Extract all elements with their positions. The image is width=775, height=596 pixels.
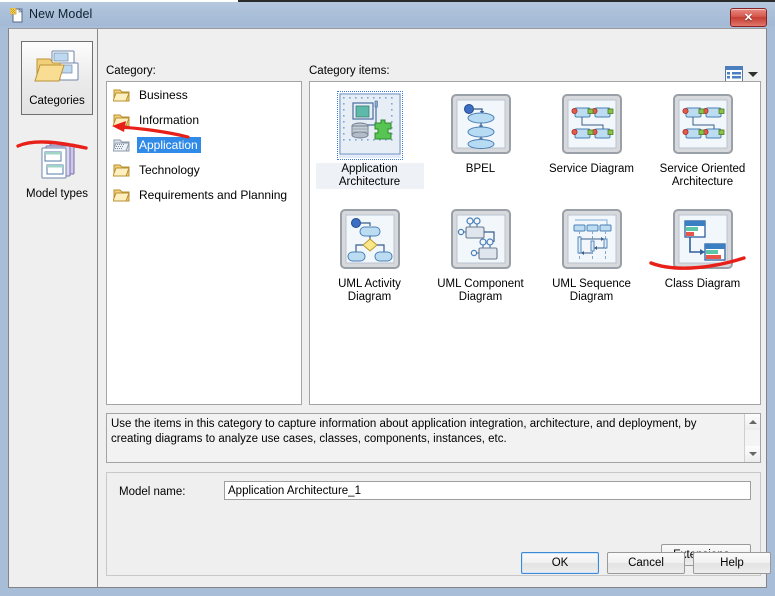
sidebar-item-label: Model types [25, 188, 88, 200]
application-architecture-icon [339, 93, 400, 155]
category-item-service-diagram[interactable]: Service Diagram [536, 87, 647, 202]
dialog-footer: OK Cancel Help [9, 545, 771, 587]
scroll-down-button[interactable] [745, 446, 760, 462]
icon-wrap [672, 208, 734, 273]
folder-icon [113, 164, 130, 177]
service-diagram-icon [561, 94, 622, 154]
category-item-label: Class Diagram [664, 278, 741, 290]
close-button[interactable]: ✕ [730, 8, 767, 27]
category-item-requirements-and-planning[interactable]: Requirements and Planning [107, 182, 301, 207]
description-scrollbar[interactable] [744, 414, 760, 462]
view-mode-icon [725, 66, 743, 82]
icon-wrap [672, 93, 734, 158]
icon-wrap [450, 93, 512, 158]
new-model-dialog-window: New Model ✕ Categories Model types Categ… [0, 0, 775, 596]
category-item-label: Application Architecture [315, 163, 424, 189]
category-item-label: UML Activity Diagram [338, 278, 401, 303]
triangle-up-icon [748, 420, 757, 424]
category-item-application-architecture[interactable]: Application Architecture [314, 87, 425, 202]
cancel-button[interactable]: Cancel [607, 552, 685, 574]
category-item-label: Service Diagram [549, 163, 634, 175]
category-item-application[interactable]: Application [107, 132, 301, 157]
sidebar-item-label: Categories [29, 95, 85, 107]
sidebar-item-categories[interactable]: Categories [21, 41, 93, 115]
triangle-down-icon [748, 452, 757, 456]
chevron-down-icon [748, 71, 758, 77]
uml-activity-diagram-icon [339, 209, 400, 269]
icon-wrap [561, 93, 623, 158]
uml-sequence-diagram-icon [561, 209, 622, 269]
category-item-class-diagram[interactable]: Class Diagram [647, 202, 758, 317]
bpel-icon [450, 94, 511, 154]
sidebar-item-model-types[interactable]: Model types [21, 135, 93, 209]
category-item-label: UML Sequence Diagram [552, 278, 631, 303]
category-item-uml-sequence-diagram[interactable]: UML Sequence Diagram [536, 202, 647, 317]
folder-app-icon [113, 139, 130, 152]
category-item-label: Information [139, 112, 200, 127]
category-item-uml-component-diagram[interactable]: UML Component Diagram [425, 202, 536, 317]
category-label: Category: [106, 65, 156, 77]
category-items-label: Category items: [309, 65, 390, 77]
model-name-label: Model name: [119, 486, 186, 498]
folder-pages-icon [34, 50, 79, 82]
category-item-label: Technology [139, 162, 200, 177]
icon-wrap [450, 208, 512, 273]
category-item-technology[interactable]: Technology [107, 157, 301, 182]
icon-wrap [339, 208, 401, 273]
category-list[interactable]: Business Information Application Technol… [106, 81, 302, 405]
category-item-business[interactable]: Business [107, 82, 301, 107]
scroll-up-button[interactable] [745, 414, 760, 430]
class-diagram-icon [672, 209, 733, 269]
model-name-input[interactable] [224, 481, 751, 500]
category-item-label: Application [137, 136, 201, 153]
category-item-label: Service Oriented Architecture [659, 163, 746, 188]
help-button[interactable]: Help [693, 552, 771, 574]
category-item-label: UML Component Diagram [437, 278, 524, 303]
folder-icon [113, 89, 130, 102]
category-item-information[interactable]: Information [107, 107, 301, 132]
category-item-uml-activity-diagram[interactable]: UML Activity Diagram [314, 202, 425, 317]
new-model-icon [10, 8, 23, 23]
category-items-list[interactable]: Application Architecture BPEL Service Di… [309, 81, 761, 405]
service-oriented-architecture-icon [672, 94, 733, 154]
category-item-service-oriented-architecture[interactable]: Service Oriented Architecture [647, 87, 758, 202]
ok-button[interactable]: OK [521, 552, 599, 574]
description-box: Use the items in this category to captur… [106, 413, 761, 463]
folder-icon [113, 114, 130, 127]
stacked-pages-icon [41, 143, 75, 179]
dialog-client-area: Categories Model types Category: Categor… [8, 28, 771, 588]
icon-wrap [336, 91, 403, 160]
mode-sidebar: Categories Model types [9, 29, 98, 587]
category-item-label: Business [139, 87, 188, 102]
icon-wrap [561, 208, 623, 273]
folder-icon [113, 189, 130, 202]
title-bar: New Model ✕ [0, 2, 775, 27]
category-item-label: Requirements and Planning [139, 187, 288, 202]
category-item-bpel[interactable]: BPEL [425, 87, 536, 202]
uml-component-diagram-icon [450, 209, 511, 269]
category-item-label: BPEL [465, 163, 496, 175]
description-text: Use the items in this category to captur… [111, 418, 697, 445]
window-title: New Model [29, 7, 93, 21]
